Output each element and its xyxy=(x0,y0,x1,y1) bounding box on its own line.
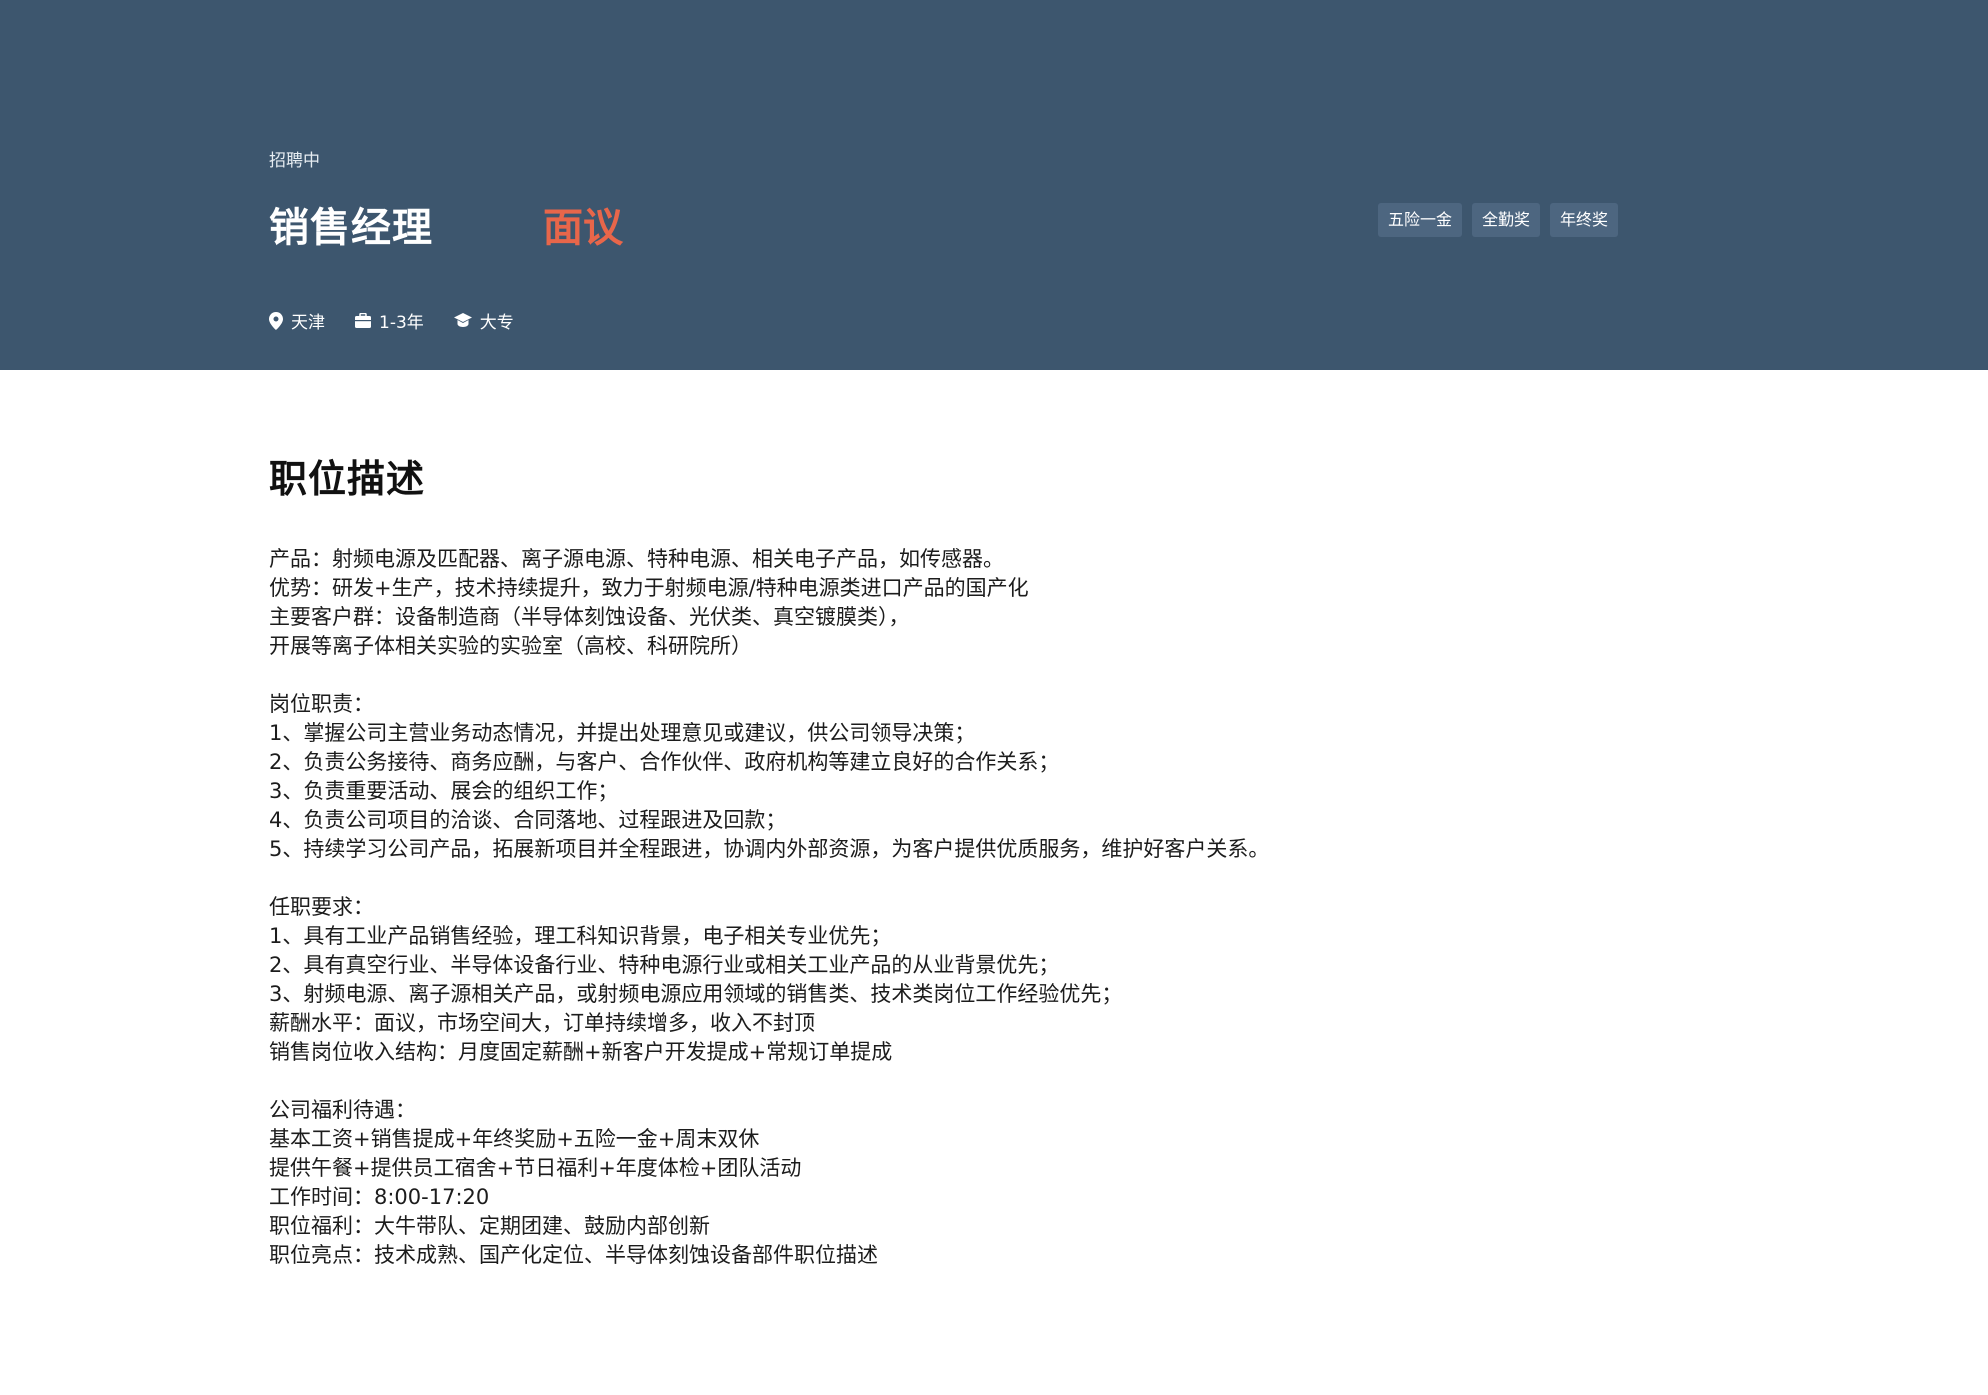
location-text: 天津 xyxy=(291,313,325,333)
description-line: 公司福利待遇： xyxy=(269,1098,416,1122)
description-line: 2、负责公务接待、商务应酬，与客户、合作伙伴、政府机构等建立良好的合作关系； xyxy=(269,750,1060,774)
description-line: 3、负责重要活动、展会的组织工作； xyxy=(269,779,619,803)
description-line: 职位亮点：技术成熟、国产化定位、半导体刻蚀设备部件职位描述 xyxy=(269,1243,878,1267)
section-title: 职位描述 xyxy=(269,457,426,501)
benefit-tag: 五险一金 xyxy=(1378,203,1463,237)
benefit-tags: 五险一金 全勤奖 年终奖 xyxy=(1378,203,1619,237)
description-line: 职位福利：大牛带队、定期团建、鼓励内部创新 xyxy=(269,1214,710,1238)
education-text: 大专 xyxy=(479,313,514,333)
description-line: 主要客户群：设备制造商（半导体刻蚀设备、光伏类、真空镀膜类）， xyxy=(269,605,910,629)
benefit-tag: 全勤奖 xyxy=(1472,203,1541,237)
salary: 面议 xyxy=(543,205,623,251)
description-line: 2、具有真空行业、半导体设备行业、特种电源行业或相关工业产品的从业背景优先； xyxy=(269,953,1060,977)
description-line: 4、负责公司项目的洽谈、合同落地、过程跟进及回款； xyxy=(269,808,787,832)
location-pin-icon xyxy=(269,311,283,330)
description-line: 薪酬水平：面议，市场空间大，订单持续增多，收入不封顶 xyxy=(269,1011,815,1035)
job-description-section: 职位描述 产品：射频电源及匹配器、离子源电源、特种电源、相关电子产品，如传感器。… xyxy=(269,448,1719,1270)
description-line: 工作时间：8:00-17:20 xyxy=(269,1185,490,1209)
benefit-tag: 年终奖 xyxy=(1550,203,1619,237)
description-line xyxy=(269,661,1719,690)
meta-education: 大专 xyxy=(453,308,514,333)
experience-text: 1-3年 xyxy=(379,313,424,333)
meta-experience: 1-3年 xyxy=(355,308,424,333)
description-line: 任职要求： xyxy=(269,895,374,919)
job-header: 招聘中 销售经理 面议 五险一金 全勤奖 年终奖 天津 1-3年 大专 xyxy=(0,0,1988,370)
job-title: 销售经理 xyxy=(269,205,433,251)
description-line: 产品：射频电源及匹配器、离子源电源、特种电源、相关电子产品，如传感器。 xyxy=(269,547,1004,571)
description-line: 基本工资+销售提成+年终奖励+五险一金+周末双休 xyxy=(269,1127,760,1151)
description-line: 优势：研发+生产，技术持续提升，致力于射频电源/特种电源类进口产品的国产化 xyxy=(269,576,1029,600)
description-line: 3、射频电源、离子源相关产品，或射频电源应用领域的销售类、技术类岗位工作经验优先… xyxy=(269,982,1123,1006)
description-line: 岗位职责： xyxy=(269,692,374,716)
briefcase-icon xyxy=(355,313,371,328)
description-line: 1、掌握公司主营业务动态情况，并提出处理意见或建议，供公司领导决策； xyxy=(269,721,976,745)
description-line: 5、持续学习公司产品，拓展新项目并全程跟进，协调内外部资源，为客户提供优质服务，… xyxy=(269,837,1270,861)
meta-location: 天津 xyxy=(269,308,325,333)
description-line xyxy=(269,864,1719,893)
recruiting-status: 招聘中 xyxy=(269,151,320,171)
description-line: 1、具有工业产品销售经验，理工科知识背景，电子相关专业优先； xyxy=(269,924,892,948)
description-line: 开展等离子体相关实验的实验室（高校、科研院所） xyxy=(269,634,752,658)
graduation-cap-icon xyxy=(453,313,472,327)
description-line xyxy=(269,1067,1719,1096)
description-line: 提供午餐+提供员工宿舍+节日福利+年度体检+团队活动 xyxy=(269,1156,802,1180)
job-description-body: 产品：射频电源及匹配器、离子源电源、特种电源、相关电子产品，如传感器。 优势：研… xyxy=(269,545,1719,1270)
description-line: 销售岗位收入结构：月度固定薪酬+新客户开发提成+常规订单提成 xyxy=(269,1040,893,1064)
job-meta: 天津 1-3年 大专 xyxy=(269,308,544,333)
